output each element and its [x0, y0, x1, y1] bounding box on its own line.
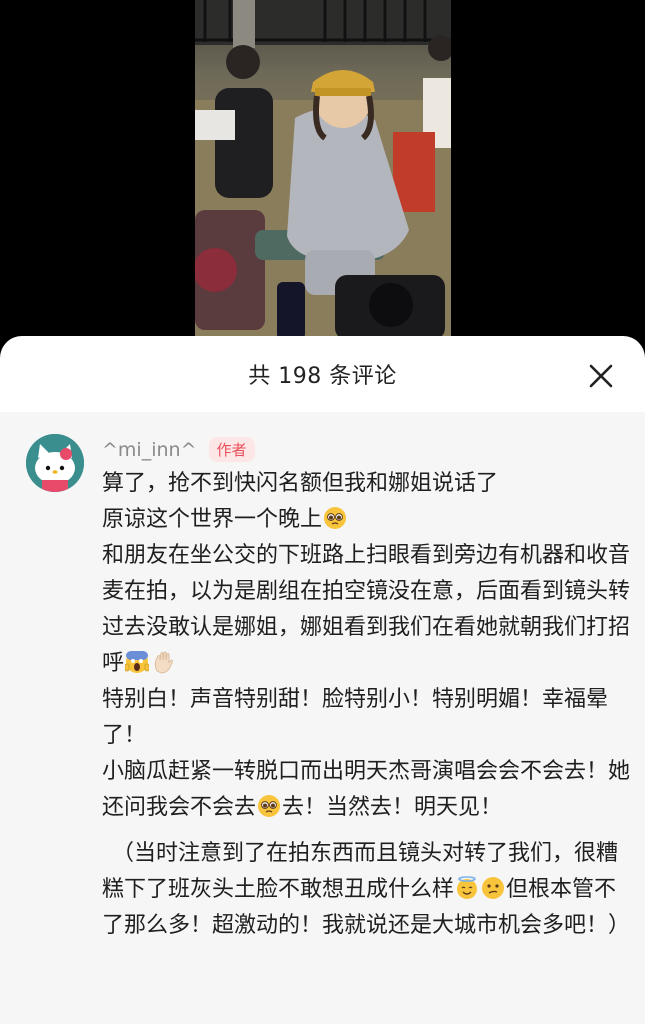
waving-hand-emoji-icon — [154, 651, 173, 674]
comment-line: 原谅这个世界一个晚上 — [102, 502, 630, 538]
author-badge: 作者 — [208, 437, 255, 462]
pleading-face-emoji-icon — [324, 507, 347, 529]
comment-text: 算了，抢不到快闪名额但我和娜姐说话了 原谅这个世界一个晚上 和朋友在坐公交的下班… — [102, 466, 630, 944]
sheet-header: 共 198 条评论 — [0, 336, 645, 412]
hello-kitty-avatar-image — [26, 434, 84, 492]
close-icon — [589, 364, 613, 388]
video-player[interactable] — [0, 0, 645, 340]
comment-author-row: ^mi_inn^ 作者 — [102, 437, 255, 462]
comment-text-segment: 去！当然去！明天见！ — [282, 795, 503, 820]
comment-line: 特别白！声音特别甜！脸特别小！特别明媚！幸福晕了！ — [102, 682, 630, 754]
close-button[interactable] — [581, 356, 621, 396]
video-still-image — [195, 0, 451, 340]
comment-line: 算了，抢不到快闪名额但我和娜姐说话了 — [102, 466, 630, 502]
comment-line: （当时注意到了在拍东西而且镜头对转了我们，很糟糕下了班灰头土脸不敢想丑成什么样但… — [102, 836, 630, 944]
comment-line: 和朋友在坐公交的下班路上扫眼看到旁边有机器和收音麦在拍，以为是剧组在拍空镜没在意… — [102, 538, 630, 682]
comment-item[interactable]: ^mi_inn^ 作者 算了，抢不到快闪名额但我和娜姐说话了 原谅这个世界一个晚… — [0, 412, 645, 1024]
pleading-face-emoji-icon — [258, 795, 281, 817]
halo-face-emoji-icon — [457, 876, 478, 899]
comments-sheet: 共 198 条评论 ^mi_inn^ 作者 算了，抢不到快闪名额但我和娜姐说话了… — [0, 336, 645, 1024]
comment-username[interactable]: ^mi_inn^ — [102, 439, 197, 461]
comment-line: 小脑瓜赶紧一转脱口而出明天杰哥演唱会会不会去！她还问我会不会去 去！当然去！明天见… — [102, 754, 630, 826]
screaming-face-emoji-icon — [125, 651, 150, 673]
comment-text-segment: 和朋友在坐公交的下班路上扫眼看到旁边有机器和收音麦在拍，以为是剧组在拍空镜没在意… — [102, 543, 631, 676]
comment-text-segment: 算了，抢不到快闪名额但我和娜姐说话了 — [102, 471, 499, 496]
video-frame[interactable] — [195, 0, 451, 340]
comment-count-title: 共 198 条评论 — [248, 364, 397, 389]
comment-text-segment: 原谅这个世界一个晚上 — [102, 507, 323, 532]
confused-face-emoji-icon — [482, 877, 505, 899]
comment-text-segment: 特别白！声音特别甜！脸特别小！特别明媚！幸福晕了！ — [102, 687, 609, 748]
avatar[interactable] — [26, 434, 84, 492]
